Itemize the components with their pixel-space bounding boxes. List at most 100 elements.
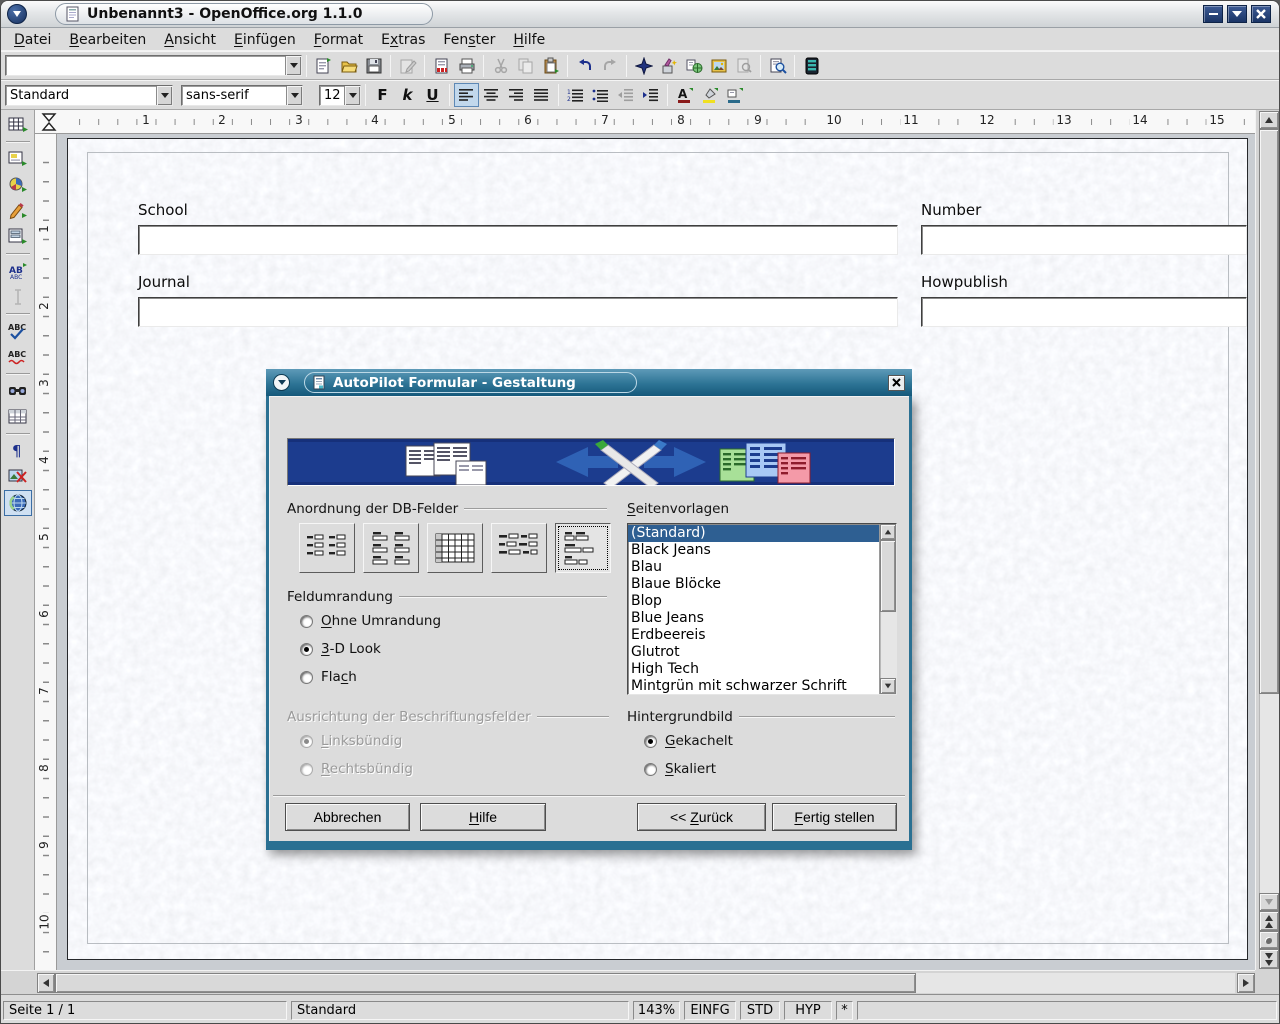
draw-functions-icon[interactable] [4, 198, 32, 224]
form-functions-icon[interactable] [4, 224, 32, 250]
radio-flat[interactable]: Flach [300, 669, 357, 685]
navigator-icon[interactable] [631, 54, 656, 78]
new-document-icon[interactable] [311, 54, 336, 78]
hyperlink-icon[interactable] [681, 54, 706, 78]
cancel-button[interactable]: Abbrechen [285, 803, 410, 831]
dialog-close-button[interactable] [888, 375, 905, 391]
vertical-scroll-thumb[interactable] [1259, 129, 1279, 694]
shade-button[interactable] [1227, 5, 1247, 23]
highlighting-icon[interactable] [697, 83, 722, 107]
scroll-left-button[interactable] [37, 973, 55, 993]
back-button[interactable]: << Zurück [637, 803, 766, 831]
insert-frame-icon[interactable] [4, 146, 32, 172]
field-input-journal[interactable] [138, 297, 898, 327]
list-item[interactable]: Mintgrün mit schwarzer Schrift [628, 678, 879, 694]
radio-no-border[interactable]: Ohne Umrandung [300, 613, 441, 629]
help-button[interactable]: Hilfe [420, 803, 546, 831]
list-scroll-up-button[interactable] [880, 524, 896, 540]
font-combobox[interactable]: sans-serif [181, 85, 303, 106]
font-color-icon[interactable]: A [672, 83, 697, 107]
menu-fenster[interactable]: Fenster [434, 31, 504, 49]
graphics-on-off-icon[interactable] [4, 464, 32, 490]
list-scroll-down-button[interactable] [880, 678, 896, 694]
arrangement-in-blocks-labels-above-button[interactable] [555, 523, 611, 573]
radio-tiled[interactable]: Gekachelt [644, 733, 733, 749]
print-icon[interactable] [454, 54, 479, 78]
bold-icon[interactable]: F [370, 83, 395, 107]
underline-icon[interactable]: U [420, 83, 445, 107]
list-item[interactable]: Glutrot [628, 644, 879, 661]
open-icon[interactable] [336, 54, 361, 78]
zoom-icon[interactable] [765, 54, 790, 78]
horizontal-scroll-track[interactable] [55, 973, 1235, 993]
list-item[interactable]: Blaue Blöcke [628, 576, 879, 593]
finish-button[interactable]: Fertig stellen [772, 803, 897, 831]
data-sources-vertical-icon[interactable] [4, 404, 32, 430]
insert-fields-icon[interactable]: ABABC [4, 258, 32, 284]
fontsize-dropdown-button[interactable] [344, 86, 360, 105]
list-item[interactable]: Blop [628, 593, 879, 610]
list-item[interactable]: High Tech [628, 661, 879, 678]
menu-format[interactable]: Format [305, 31, 372, 49]
url-dropdown-button[interactable] [285, 56, 301, 75]
gallery-icon[interactable] [706, 54, 731, 78]
scroll-up-button[interactable] [1259, 111, 1279, 129]
fontsize-combobox[interactable]: 12 [319, 85, 361, 106]
field-input-school[interactable] [138, 225, 898, 255]
radio-3d-look[interactable]: 3-D Look [300, 641, 381, 657]
window-menu-button[interactable] [7, 4, 27, 24]
menu-hilfe[interactable]: Hilfe [504, 31, 554, 49]
navigation-button[interactable] [1259, 931, 1279, 949]
list-item[interactable]: Blau [628, 559, 879, 576]
paragraph-background-icon[interactable] [722, 83, 747, 107]
list-scroll-track[interactable] [880, 540, 896, 678]
status-insert-mode[interactable]: EINFG [684, 1001, 736, 1020]
insert-table-icon[interactable] [4, 112, 32, 138]
status-hyperlink-mode[interactable]: HYP [784, 1001, 832, 1020]
undo-icon[interactable] [572, 54, 597, 78]
list-item[interactable]: Black Jeans [628, 542, 879, 559]
next-page-button[interactable] [1259, 949, 1279, 969]
minimize-button[interactable] [1203, 5, 1223, 23]
list-item[interactable]: Blue Jeans [628, 610, 879, 627]
menu-ansicht[interactable]: Ansicht [155, 31, 225, 49]
menu-extras[interactable]: Extras [372, 31, 434, 49]
insert-object-icon[interactable] [4, 172, 32, 198]
scroll-down-button[interactable] [1259, 893, 1279, 911]
styles-listbox[interactable]: (Standard) Black Jeans Blau Blaue Blöcke… [627, 523, 897, 695]
menu-bearbeiten[interactable]: Bearbeiten [60, 31, 155, 49]
status-page-style[interactable]: Standard [291, 1001, 629, 1020]
data-sources-icon[interactable] [799, 54, 824, 78]
arrangement-in-blocks-labels-left-button[interactable] [491, 523, 547, 573]
spellcheck-icon[interactable]: ABC [4, 318, 32, 344]
status-zoom[interactable]: 143% [633, 1001, 680, 1020]
font-dropdown-button[interactable] [286, 86, 302, 105]
save-icon[interactable] [361, 54, 386, 78]
bullet-list-icon[interactable] [588, 83, 613, 107]
close-button[interactable] [1251, 5, 1271, 23]
scroll-right-button[interactable] [1237, 973, 1255, 993]
list-item[interactable]: (Standard) [628, 525, 879, 542]
url-combobox[interactable] [5, 55, 302, 76]
italic-icon[interactable]: k [395, 83, 420, 107]
numbered-list-icon[interactable]: 12 [563, 83, 588, 107]
style-dropdown-button[interactable] [156, 86, 172, 105]
arrangement-columns-labels-on-top-button[interactable] [363, 523, 419, 573]
align-right-icon[interactable] [504, 83, 529, 107]
nonprinting-characters-icon[interactable]: ¶ [4, 438, 32, 464]
field-input-number[interactable] [921, 225, 1247, 255]
menu-datei[interactable]: Datei [5, 31, 60, 49]
auto-spellcheck-icon[interactable]: ABC [4, 344, 32, 370]
vertical-scroll-track[interactable] [1259, 129, 1279, 893]
radio-scaled[interactable]: Skaliert [644, 761, 716, 777]
align-left-icon[interactable] [454, 83, 479, 107]
export-pdf-icon[interactable] [429, 54, 454, 78]
tab-type-selector-icon[interactable] [41, 112, 59, 132]
stylist-icon[interactable] [656, 54, 681, 78]
arrangement-as-data-sheet-button[interactable] [427, 523, 483, 573]
align-center-icon[interactable] [479, 83, 504, 107]
style-combobox[interactable]: Standard [5, 85, 173, 106]
arrangement-columns-labels-left-button[interactable] [299, 523, 355, 573]
find-replace-icon[interactable] [4, 378, 32, 404]
increase-indent-icon[interactable] [638, 83, 663, 107]
